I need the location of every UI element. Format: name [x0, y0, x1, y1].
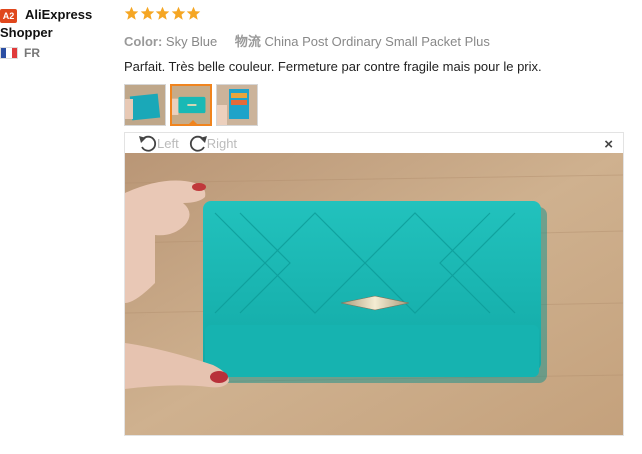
- shipping-value: China Post Ordinary Small Packet Plus: [264, 34, 490, 49]
- rotate-left-icon: [139, 135, 157, 152]
- review-photo-thumbnails: [124, 84, 624, 126]
- rotate-right-icon: [189, 135, 207, 152]
- photo-viewer-toolbar: Left Right ×: [125, 133, 623, 153]
- rotate-right-button[interactable]: Right: [187, 133, 237, 153]
- review-meta: Color: Sky Blue 物流 China Post Ordinary S…: [124, 31, 624, 50]
- star-icon: [186, 6, 201, 21]
- review-photo-large: [125, 153, 623, 435]
- color-label: Color:: [124, 34, 163, 49]
- reviewer-country: FR: [0, 46, 118, 60]
- review-photo-thumbnail[interactable]: [124, 84, 166, 126]
- star-icon: [124, 6, 139, 21]
- review-photo-thumbnail-selected[interactable]: [170, 84, 212, 126]
- photo-viewer: Left Right ×: [124, 132, 624, 436]
- color-value: Sky Blue: [165, 34, 218, 49]
- star-icon: [171, 6, 186, 21]
- selected-pointer-icon: [188, 120, 198, 124]
- rotate-right-label: Right: [206, 135, 238, 151]
- close-button[interactable]: ×: [604, 136, 613, 153]
- country-code: FR: [24, 46, 40, 60]
- review-photo-thumbnail[interactable]: [216, 84, 258, 126]
- reviewer-name-line1: AliExpress: [25, 7, 93, 22]
- review-content: Color: Sky Blue 物流 China Post Ordinary S…: [124, 4, 624, 436]
- review-text: Parfait. Très belle couleur. Fermeture p…: [124, 59, 542, 74]
- rotate-left-button[interactable]: Left: [137, 133, 179, 153]
- star-icon: [155, 6, 170, 21]
- star-rating: [124, 4, 624, 22]
- reviewer-header: A2 AliExpress: [0, 6, 118, 24]
- buyer-level-badge: A2: [0, 9, 17, 23]
- rotate-left-label: Left: [157, 135, 179, 151]
- star-icon: [140, 6, 155, 21]
- reviewer-name-line2: Shopper: [0, 25, 53, 40]
- reviewer-info: A2 AliExpress Shopper FR: [0, 6, 118, 60]
- france-flag-icon: [0, 47, 18, 59]
- shipping-label: 物流: [234, 34, 261, 49]
